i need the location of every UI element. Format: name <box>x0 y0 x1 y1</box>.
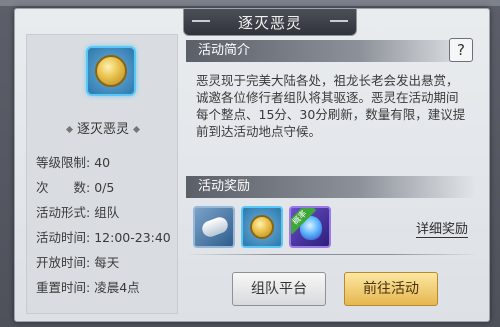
rewards-section-header: 活动奖励 <box>186 176 476 198</box>
info-time: 活动时间: 12:00-23:40 <box>36 230 171 245</box>
window-top-strip <box>0 0 500 6</box>
team-platform-button[interactable]: 组队平台 <box>232 272 326 306</box>
intro-section-header: 活动简介 <box>186 40 476 62</box>
gold-coin-icon <box>95 55 127 87</box>
divider <box>186 254 478 255</box>
reward-item-crystal[interactable] <box>193 206 235 248</box>
info-count: 次 数: 0/5 <box>36 180 115 195</box>
diamond-bullet-icon <box>65 125 74 134</box>
dialog-title-bar: 逐灭恶灵 <box>183 9 357 36</box>
activity-icon-frame[interactable] <box>86 46 136 96</box>
help-button[interactable]: ? <box>449 38 473 62</box>
diamond-bullet-icon <box>132 125 141 134</box>
title-decoration-right <box>330 20 348 22</box>
info-reset-time: 重置时间: 凌晨4点 <box>36 280 140 295</box>
info-form: 活动形式: 组队 <box>36 205 120 220</box>
title-decoration-left <box>192 20 210 22</box>
reward-item-coin[interactable] <box>241 206 283 248</box>
go-to-activity-button[interactable]: 前往活动 <box>344 272 438 306</box>
activity-name: 逐灭恶灵 <box>40 118 166 137</box>
gold-coin-icon <box>250 215 274 239</box>
activity-description: 恶灵现于完美大陆各处，祖龙长老会发出悬赏，诚邀各位修行者组队将其驱逐。恶灵在活动… <box>196 73 466 139</box>
info-level-limit: 等级限制: 40 <box>36 155 111 170</box>
reward-item-orb[interactable]: 概率 <box>289 206 331 248</box>
crystal-icon <box>200 215 230 239</box>
info-open-days: 开放时间: 每天 <box>36 255 120 270</box>
detailed-rewards-link[interactable]: 详细奖励 <box>416 218 469 238</box>
dialog-title: 逐灭恶灵 <box>237 13 302 32</box>
